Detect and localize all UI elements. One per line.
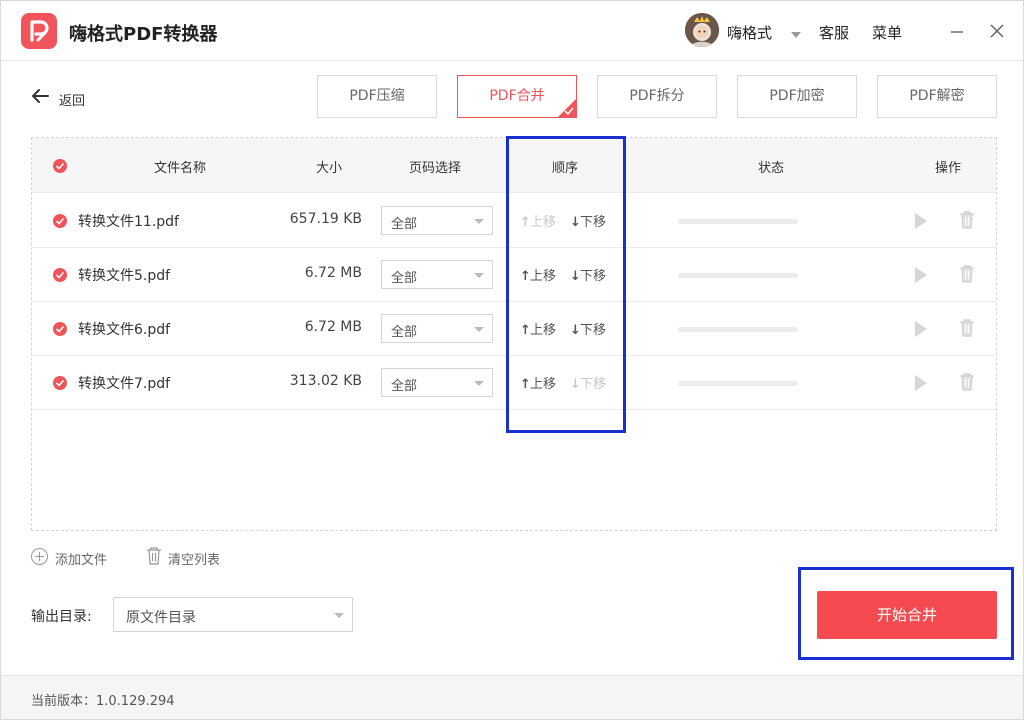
page-range-value: 全部 xyxy=(391,325,418,340)
chevron-down-icon[interactable] xyxy=(791,27,801,42)
chevron-down-icon xyxy=(334,613,344,618)
file-size: 657.19 KB xyxy=(289,211,362,227)
trash-icon xyxy=(147,547,161,565)
column-header-actions: 操作 xyxy=(935,161,962,176)
trash-icon[interactable] xyxy=(959,265,975,283)
output-directory-value: 原文件目录 xyxy=(126,610,196,626)
file-name: 转换文件7.pdf xyxy=(78,376,171,392)
tab-pdf-merge[interactable]: PDF合并 xyxy=(457,75,577,118)
page-range-value: 全部 xyxy=(391,271,418,286)
column-header-status: 状态 xyxy=(758,161,785,176)
status-progress-bar xyxy=(678,327,798,332)
tab-label: PDF解密 xyxy=(909,88,965,104)
row-checkbox[interactable] xyxy=(53,322,67,336)
play-icon[interactable] xyxy=(914,320,928,338)
menu-link[interactable]: 菜单 xyxy=(872,22,902,43)
file-size: 313.02 KB xyxy=(289,373,362,389)
output-directory-select[interactable]: 原文件目录 xyxy=(113,597,353,632)
pdf-logo-icon xyxy=(21,13,57,49)
status-progress-bar xyxy=(678,273,798,278)
chevron-down-icon xyxy=(474,381,484,386)
file-name: 转换文件6.pdf xyxy=(78,322,171,338)
user-avatar[interactable] xyxy=(685,13,719,47)
status-progress-bar xyxy=(678,381,798,386)
version-text: 当前版本：1.0.129.294 xyxy=(31,694,175,709)
file-name: 转换文件5.pdf xyxy=(78,268,171,284)
page-range-select[interactable]: 全部 xyxy=(381,260,493,289)
page-range-select[interactable]: 全部 xyxy=(381,368,493,397)
page-range-select[interactable]: 全部 xyxy=(381,206,493,235)
tab-label: PDF压缩 xyxy=(349,88,405,104)
arrow-left-icon xyxy=(32,89,49,103)
play-icon[interactable] xyxy=(914,212,928,230)
order-column-highlight xyxy=(506,136,626,433)
page-range-value: 全部 xyxy=(391,379,418,394)
add-file-label: 添加文件 xyxy=(55,553,108,568)
trash-icon[interactable] xyxy=(959,211,975,229)
column-header-name: 文件名称 xyxy=(154,161,207,176)
minimize-icon[interactable] xyxy=(947,23,967,39)
row-checkbox[interactable] xyxy=(53,376,67,390)
back-label: 返回 xyxy=(59,94,86,109)
customer-service-link[interactable]: 客服 xyxy=(819,22,849,43)
select-all-checkbox[interactable] xyxy=(53,159,67,173)
tab-label: PDF合并 xyxy=(489,88,545,104)
play-icon[interactable] xyxy=(914,374,928,392)
checkmark-icon xyxy=(564,107,574,116)
chevron-down-icon xyxy=(474,219,484,224)
title-bar: 嗨格式PDF转换器 嗨格式 客服 菜单 xyxy=(1,1,1023,61)
file-size: 6.72 MB xyxy=(304,265,362,281)
play-icon[interactable] xyxy=(914,266,928,284)
chevron-down-icon xyxy=(474,273,484,278)
trash-icon[interactable] xyxy=(959,373,975,391)
column-header-size: 大小 xyxy=(316,161,343,176)
app-title: 嗨格式PDF转换器 xyxy=(69,24,218,45)
clear-list-label: 清空列表 xyxy=(168,553,221,568)
username[interactable]: 嗨格式 xyxy=(727,22,772,43)
trash-icon[interactable] xyxy=(959,319,975,337)
chevron-down-icon xyxy=(474,327,484,332)
tab-label: PDF加密 xyxy=(769,88,825,104)
output-directory-label: 输出目录: xyxy=(31,609,92,625)
close-icon[interactable] xyxy=(987,21,1007,41)
status-footer: 当前版本：1.0.129.294 xyxy=(1,675,1023,719)
file-size: 6.72 MB xyxy=(304,319,362,335)
status-progress-bar xyxy=(678,219,798,224)
file-name: 转换文件11.pdf xyxy=(78,214,179,230)
app-window: 嗨格式PDF转换器 嗨格式 客服 菜单 返回 PDF压缩 PDF合并 PDF拆分… xyxy=(0,0,1024,720)
row-checkbox[interactable] xyxy=(53,268,67,282)
tab-pdf-decrypt[interactable]: PDF解密 xyxy=(877,75,997,118)
tab-pdf-encrypt[interactable]: PDF加密 xyxy=(737,75,857,118)
tab-label: PDF拆分 xyxy=(629,88,685,104)
row-checkbox[interactable] xyxy=(53,214,67,228)
tab-pdf-compress[interactable]: PDF压缩 xyxy=(317,75,437,118)
page-range-select[interactable]: 全部 xyxy=(381,314,493,343)
plus-circle-icon xyxy=(31,548,48,565)
column-header-page: 页码选择 xyxy=(409,161,462,176)
tab-pdf-split[interactable]: PDF拆分 xyxy=(597,75,717,118)
start-button-highlight xyxy=(798,567,1014,660)
page-range-value: 全部 xyxy=(391,217,418,232)
